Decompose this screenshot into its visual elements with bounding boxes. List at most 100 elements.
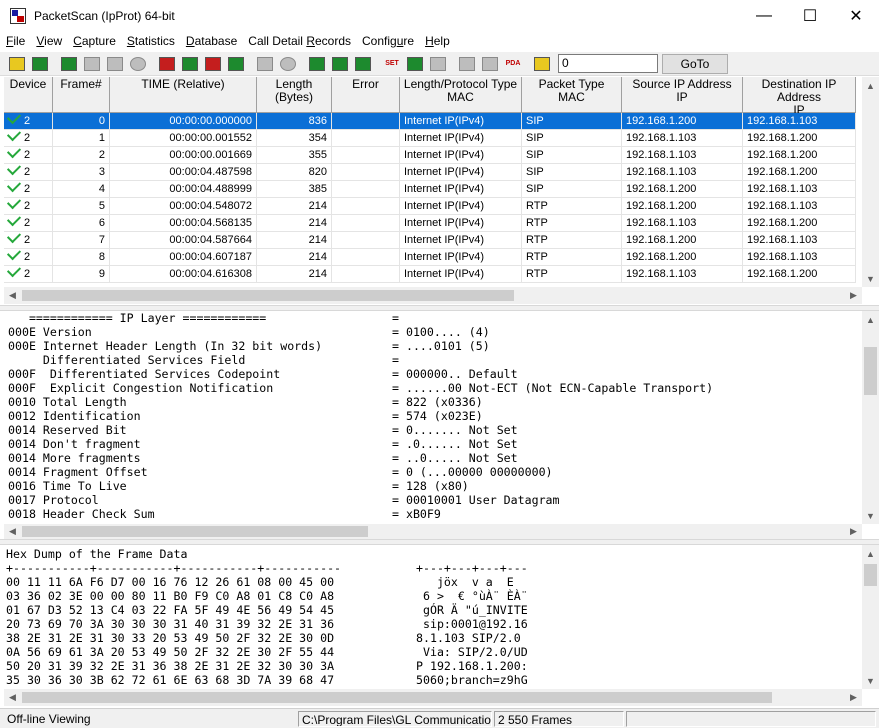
hex-vertical-scrollbar[interactable]: ▲ ▼: [862, 545, 879, 689]
scroll-left-icon[interactable]: ◀: [4, 689, 21, 706]
decode-field-value[interactable]: = 0....... Not Set: [392, 423, 518, 437]
open-file-button[interactable]: [6, 54, 28, 74]
decode-field-value[interactable]: = 574 (x023E): [392, 409, 483, 423]
menu-item-3[interactable]: Statistics: [121, 34, 180, 48]
scroll-up-icon[interactable]: ▲: [862, 77, 879, 94]
scroll-left-icon[interactable]: ◀: [4, 524, 21, 539]
stop-button[interactable]: [127, 54, 149, 74]
record-button[interactable]: [277, 54, 299, 74]
search-button[interactable]: [306, 54, 328, 74]
sort-desc-button[interactable]: [479, 54, 501, 74]
column-header-length[interactable]: Length (Bytes): [257, 77, 332, 113]
filter-button[interactable]: [58, 54, 80, 74]
menu-item-2[interactable]: Capture: [67, 34, 121, 48]
decode-field-label[interactable]: 0017 Protocol: [8, 493, 99, 507]
decode-field-value[interactable]: = 000000.. Default: [392, 367, 518, 381]
decode-field-value[interactable]: = 0100.... (4): [392, 325, 490, 339]
decode-field-label[interactable]: 0010 Total Length: [8, 395, 127, 409]
decode-horizontal-scrollbar[interactable]: ◀ ▶: [4, 524, 862, 539]
scroll-down-icon[interactable]: ▼: [862, 672, 879, 689]
hex-horizontal-scrollbar[interactable]: ◀ ▶: [4, 689, 862, 706]
decode-field-value[interactable]: = 00010001 User Datagram: [392, 493, 560, 507]
table-vertical-scrollbar[interactable]: ▲ ▼: [862, 77, 879, 287]
frame-number-input[interactable]: 0: [558, 54, 658, 73]
decode-field-value[interactable]: =: [392, 311, 399, 325]
scroll-left-icon[interactable]: ◀: [4, 287, 21, 304]
decode-field-label[interactable]: 000E Version: [8, 325, 92, 339]
scroll-thumb[interactable]: [864, 564, 877, 586]
pda-button[interactable]: PDA: [502, 54, 524, 74]
column-header-frame[interactable]: Frame#: [53, 77, 110, 113]
decode-field-value[interactable]: = xB0F9: [392, 507, 441, 521]
sort-asc-button[interactable]: [456, 54, 478, 74]
decode-field-label[interactable]: Differentiated Services Field: [8, 353, 245, 367]
decode-vertical-scrollbar[interactable]: ▲ ▼: [862, 311, 879, 524]
minimize-button[interactable]: —: [741, 0, 787, 31]
table-row[interactable]: 2 4 00:00:04.488999 385 Internet IP(IPv4) SIP…: [4, 181, 856, 198]
decode-field-label[interactable]: 0014 More fragments: [8, 451, 141, 465]
decode-field-label[interactable]: 000F Differentiated Services Codepoint: [8, 367, 280, 381]
table-row[interactable]: 2 6 00:00:04.568135 214 Internet IP(IPv4) RTP…: [4, 215, 856, 232]
clear-filter-button[interactable]: [427, 54, 449, 74]
export-button[interactable]: [179, 54, 201, 74]
column-header-time[interactable]: TIME (Relative): [110, 77, 257, 113]
scroll-up-icon[interactable]: ▲: [862, 311, 879, 328]
scroll-right-icon[interactable]: ▶: [845, 689, 862, 706]
column-header-dst[interactable]: Destination IP Address IP: [743, 77, 856, 117]
table-row[interactable]: 2 2 00:00:00.001669 355 Internet IP(IPv4) SIP…: [4, 147, 856, 164]
menu-item-0[interactable]: File: [0, 34, 30, 48]
table-row[interactable]: 2 5 00:00:04.548072 214 Internet IP(IPv4) RTP…: [4, 198, 856, 215]
decode-field-value[interactable]: = 128 (x80): [392, 479, 469, 493]
goto-button[interactable]: GoTo: [662, 53, 728, 74]
table-row[interactable]: 2 3 00:00:04.487598 820 Internet IP(IPv4) SIP…: [4, 164, 856, 181]
import-button[interactable]: [202, 54, 224, 74]
decode-field-label[interactable]: 0018 Header Check Sum: [8, 507, 155, 521]
column-header-proto[interactable]: Length/Protocol Type MAC: [400, 77, 522, 113]
decode-field-label[interactable]: 000F Explicit Congestion Notification: [8, 381, 273, 395]
menu-item-4[interactable]: Database: [180, 34, 242, 48]
table-row[interactable]: 2 7 00:00:04.587664 214 Internet IP(IPv4) RTP…: [4, 232, 856, 249]
scroll-down-icon[interactable]: ▼: [862, 270, 879, 287]
column-header-error[interactable]: Error: [332, 77, 400, 113]
table-row[interactable]: 2 0 00:00:00.000000 836 Internet IP(IPv4) SIP…: [4, 113, 856, 130]
set-filter-button[interactable]: SET: [381, 54, 403, 74]
save-file-button[interactable]: [29, 54, 51, 74]
decode-field-value[interactable]: = .0...... Not Set: [392, 437, 518, 451]
maximize-button[interactable]: ☐: [787, 0, 833, 31]
scroll-up-icon[interactable]: ▲: [862, 545, 879, 562]
capture-button[interactable]: [156, 54, 178, 74]
scroll-right-icon[interactable]: ▶: [845, 524, 862, 539]
decode-field-value[interactable]: = ....0101 (5): [392, 339, 490, 353]
table-horizontal-scrollbar[interactable]: ◀ ▶: [4, 287, 862, 304]
column-header-ptype[interactable]: Packet Type MAC: [522, 77, 622, 113]
decode-field-label[interactable]: 0014 Don't fragment: [8, 437, 141, 451]
hex-view-button[interactable]: [531, 54, 553, 74]
scroll-thumb[interactable]: [22, 692, 772, 703]
scroll-thumb[interactable]: [864, 347, 877, 395]
column-header-device[interactable]: Device: [4, 77, 53, 113]
scroll-thumb[interactable]: [22, 290, 514, 301]
funnel-button[interactable]: [404, 54, 426, 74]
decode-field-value[interactable]: = 822 (x0336): [392, 395, 483, 409]
decode-field-label[interactable]: 0012 Identification: [8, 409, 141, 423]
menu-item-6[interactable]: Configure: [356, 34, 419, 48]
decode-field-label[interactable]: 0014 Fragment Offset: [8, 465, 148, 479]
menu-item-7[interactable]: Help: [419, 34, 455, 48]
scroll-right-icon[interactable]: ▶: [845, 287, 862, 304]
menu-item-5[interactable]: Call Detail Records: [242, 34, 356, 48]
decode-field-label[interactable]: 0014 Reserved Bit: [8, 423, 127, 437]
decode-field-label[interactable]: 0016 Time To Live: [8, 479, 127, 493]
menu-item-1[interactable]: View: [30, 34, 67, 48]
scroll-down-icon[interactable]: ▼: [862, 507, 879, 524]
grid-button[interactable]: [254, 54, 276, 74]
column-header-src[interactable]: Source IP Address IP: [622, 77, 743, 113]
edit-button[interactable]: [104, 54, 126, 74]
decode-field-value[interactable]: = ......00 Not-ECT (Not ECN-Capable Tran…: [392, 381, 713, 395]
save-capture-button[interactable]: [225, 54, 247, 74]
table-row[interactable]: 2 8 00:00:04.607187 214 Internet IP(IPv4) RTP…: [4, 249, 856, 266]
search-prev-button[interactable]: [352, 54, 374, 74]
close-button[interactable]: ✕: [833, 0, 879, 31]
scroll-thumb[interactable]: [22, 526, 368, 537]
decode-field-label[interactable]: 000E Internet Header Length (In 32 bit w…: [8, 339, 322, 353]
decode-field-label[interactable]: ============ IP Layer ============: [8, 311, 266, 325]
